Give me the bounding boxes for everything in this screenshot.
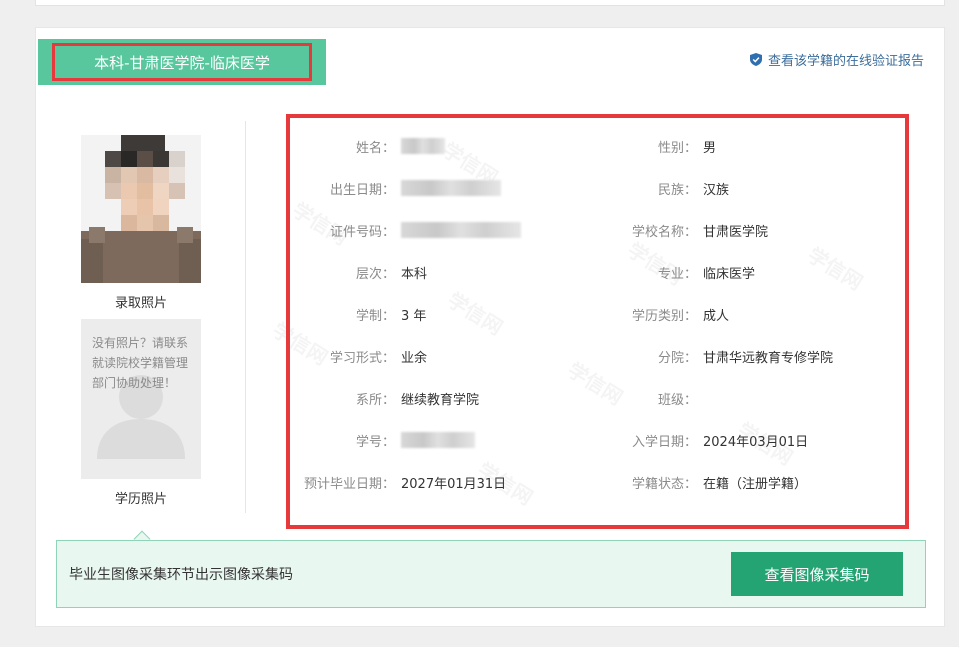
- name-label: 姓名：: [355, 140, 395, 156]
- duration-value: 3 年: [401, 308, 427, 324]
- study-mode-value: 业余: [401, 350, 428, 366]
- field-id-number: 证件号码：: [290, 220, 521, 240]
- no-photo-message: 没有照片？请联系 就读院校学籍管理 部门协助处理！: [92, 336, 189, 390]
- id-number-value-redacted: [401, 222, 521, 238]
- level-value: 本科: [401, 266, 428, 282]
- gender-label: 性别：: [657, 140, 697, 156]
- major-value: 临床医学: [703, 266, 756, 282]
- student-id-value-redacted: [401, 432, 475, 448]
- field-study-mode: 学习形式： 业余: [290, 346, 427, 366]
- enrollment-status-value: 在籍（注册学籍）: [703, 476, 808, 492]
- program-tag: 本科-甘肃医学院-临床医学: [38, 39, 326, 85]
- column-divider: [245, 121, 246, 513]
- photo-column: 录取照片 没有照片？请联系 就读院校学籍管理 部门协助处理！ 学历照片: [81, 135, 201, 508]
- notice-text: 毕业生图像采集环节出示图像采集码: [69, 567, 293, 583]
- field-birth-date: 出生日期：: [290, 178, 501, 198]
- admission-photo-caption: 录取照片: [114, 296, 167, 311]
- image-collection-notice: 毕业生图像采集环节出示图像采集码 查看图像采集码: [56, 540, 926, 608]
- field-duration: 学制： 3 年: [290, 304, 426, 324]
- admission-photo: [81, 135, 201, 283]
- field-class: 班级：: [590, 388, 703, 408]
- field-branch: 分院： 甘肃华远教育专修学院: [590, 346, 833, 366]
- verify-report-link[interactable]: 查看该学籍的在线验证报告: [749, 50, 924, 69]
- department-label: 系所：: [355, 392, 395, 408]
- school-name-label: 学校名称：: [631, 224, 697, 240]
- level-label: 层次：: [355, 266, 395, 282]
- field-student-id: 学号：: [290, 430, 475, 450]
- birth-date-label: 出生日期：: [329, 182, 395, 198]
- field-department: 系所： 继续教育学院: [290, 388, 479, 408]
- field-level: 层次： 本科: [290, 262, 427, 282]
- field-enrollment-date: 入学日期： 2024年03月01日: [590, 430, 808, 450]
- field-ethnicity: 民族： 汉族: [590, 178, 729, 198]
- view-collection-code-button[interactable]: 查看图像采集码: [731, 552, 903, 596]
- student-record-card: 学信网 学信网 学信网 学信网 学信网 学信网 学信网 学信网 学信网 学信网 …: [35, 27, 945, 627]
- education-category-label: 学历类别：: [631, 308, 697, 324]
- field-gender: 性别： 男: [590, 136, 716, 156]
- program-tag-label: 本科-甘肃医学院-临床医学: [52, 43, 312, 81]
- education-category-value: 成人: [703, 308, 730, 324]
- ethnicity-value: 汉族: [703, 182, 730, 198]
- branch-label: 分院：: [657, 350, 697, 366]
- name-value-redacted: [401, 138, 445, 154]
- id-number-label: 证件号码：: [329, 224, 395, 240]
- enrollment-date-value: 2024年03月01日: [703, 434, 809, 450]
- field-major: 专业： 临床医学: [590, 262, 755, 282]
- field-school-name: 学校名称： 甘肃医学院: [590, 220, 768, 240]
- branch-value: 甘肃华远教育专修学院: [703, 350, 834, 366]
- verify-report-label: 查看该学籍的在线验证报告: [767, 54, 924, 69]
- shield-check-icon: [749, 53, 762, 66]
- school-name-value: 甘肃医学院: [703, 224, 769, 240]
- study-mode-label: 学习形式：: [329, 350, 395, 366]
- degree-photo-placeholder: 没有照片？请联系 就读院校学籍管理 部门协助处理！: [81, 319, 201, 479]
- ethnicity-label: 民族：: [657, 182, 697, 198]
- field-name: 姓名：: [290, 136, 445, 156]
- birth-date-value-redacted: [401, 180, 501, 196]
- duration-label: 学制：: [355, 308, 395, 324]
- enrollment-date-label: 入学日期：: [631, 434, 697, 450]
- expected-graduation-label: 预计毕业日期：: [303, 476, 395, 492]
- class-label: 班级：: [657, 392, 697, 408]
- gender-value: 男: [703, 140, 717, 156]
- enrollment-status-label: 学籍状态：: [631, 476, 697, 492]
- expected-graduation-value: 2027年01月31日: [401, 476, 507, 492]
- field-education-category: 学历类别： 成人: [590, 304, 729, 324]
- field-expected-graduation: 预计毕业日期： 2027年01月31日: [290, 472, 506, 492]
- major-label: 专业：: [657, 266, 697, 282]
- previous-card-edge: [35, 0, 945, 6]
- student-id-label: 学号：: [355, 434, 395, 450]
- department-value: 继续教育学院: [401, 392, 480, 408]
- degree-photo-caption: 学历照片: [114, 492, 167, 507]
- field-enrollment-status: 学籍状态： 在籍（注册学籍）: [590, 472, 807, 492]
- student-info-panel: 姓名： 出生日期： 证件号码： 层次： 本科 学制： 3 年 学习形式： 业余 …: [286, 114, 909, 529]
